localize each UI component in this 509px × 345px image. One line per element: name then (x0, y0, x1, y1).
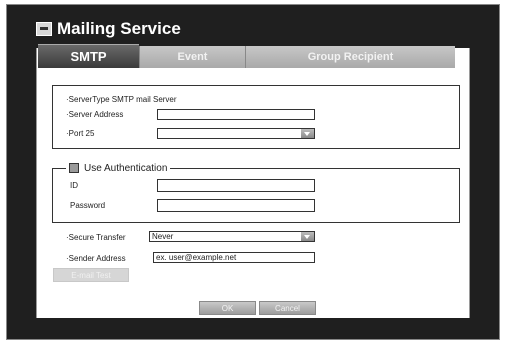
use-authentication-checkbox[interactable] (69, 163, 79, 173)
tab-event-label: Event (177, 51, 208, 63)
ok-button[interactable]: OK (199, 301, 256, 315)
mail-window-icon (36, 22, 52, 36)
cancel-button[interactable]: Cancel (259, 301, 316, 315)
server-type-label: ·ServerType SMTP mail Server (66, 95, 177, 104)
use-authentication-label: Use Authentication (84, 162, 168, 174)
use-authentication-legend: Use Authentication (66, 161, 171, 175)
sender-address-label: ·Sender Address (66, 254, 126, 263)
port-label: ·Port 25 (66, 129, 95, 138)
server-address-label: ·Server Address (66, 110, 124, 119)
tab-smtp-label: SMTP (70, 49, 107, 64)
authentication-group (52, 168, 460, 223)
secure-transfer-label: ·Secure Transfer (66, 233, 126, 242)
sender-address-input[interactable]: ex. user@example.net (153, 252, 315, 263)
tab-event[interactable]: Event (139, 46, 245, 68)
tab-group-recipient[interactable]: Group Recipient (245, 46, 455, 68)
password-field[interactable] (157, 199, 315, 212)
window-title: Mailing Service (36, 19, 181, 39)
id-field[interactable] (157, 179, 315, 192)
chevron-down-icon[interactable] (301, 232, 314, 241)
server-address-input[interactable] (157, 109, 315, 120)
email-test-label: E-mail Test (71, 270, 111, 280)
email-test-button[interactable]: E-mail Test (53, 268, 129, 282)
port-stepper[interactable] (157, 128, 315, 139)
cancel-label: Cancel (275, 303, 300, 313)
password-label: Password (70, 201, 106, 210)
spin-arrow-icon[interactable] (301, 129, 314, 138)
tab-smtp[interactable]: SMTP (38, 44, 139, 68)
secure-transfer-value: Never (152, 232, 174, 241)
tab-group-recipient-label: Group Recipient (307, 51, 394, 63)
id-label: ID (70, 181, 78, 190)
window-title-text: Mailing Service (57, 19, 181, 38)
ok-label: OK (221, 303, 234, 313)
secure-transfer-select[interactable]: Never (149, 231, 315, 242)
